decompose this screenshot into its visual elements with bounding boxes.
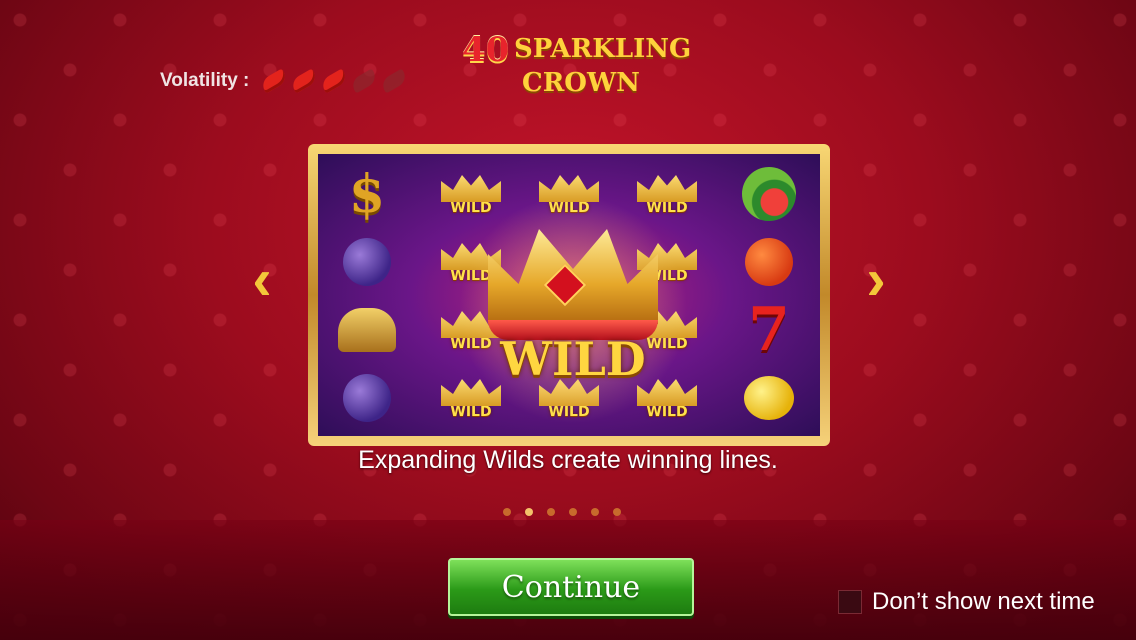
dollar-icon: $	[348, 163, 386, 225]
chili-icon	[379, 68, 410, 94]
symbol-watermelon	[726, 162, 812, 226]
watermelon-icon	[742, 167, 796, 221]
lemon-icon	[744, 376, 794, 420]
symbol-seven: 7	[726, 295, 812, 365]
page-dot[interactable]	[569, 508, 577, 516]
plum-icon	[343, 374, 391, 422]
reels-preview: $ WILD WILD WILD WILD WILD WILD WILD WIL…	[318, 154, 820, 436]
chili-icon	[259, 68, 290, 94]
symbol-bell	[324, 298, 410, 362]
wild-label: WILD	[646, 404, 688, 420]
crown-icon	[637, 175, 697, 202]
page-dot[interactable]	[591, 508, 599, 516]
symbol-dollar: $	[324, 162, 410, 226]
wild-symbol: WILD	[428, 162, 514, 226]
page-indicator	[503, 508, 621, 516]
big-wild-label: WILD	[500, 332, 646, 386]
page-dot-active[interactable]	[525, 508, 533, 516]
wild-label: WILD	[646, 200, 688, 216]
continue-button[interactable]: Continue	[448, 558, 694, 616]
dont-show-label: Don’t show next time	[872, 588, 1095, 615]
bell-icon	[338, 308, 396, 352]
feature-caption: Expanding Wilds create winning lines.	[358, 446, 778, 474]
chili-icon	[349, 68, 380, 94]
logo-line-1: SPARKLING	[514, 34, 692, 64]
seven-icon: 7	[748, 295, 790, 365]
expanding-wild: WILD	[458, 194, 688, 424]
dont-show-option[interactable]: Don’t show next time	[838, 588, 1095, 616]
logo-number: 40	[462, 30, 510, 70]
page-dot[interactable]	[613, 508, 621, 516]
chili-icon	[319, 68, 350, 94]
dont-show-checkbox[interactable]	[838, 590, 862, 614]
logo-line-2: CROWN	[522, 68, 640, 98]
symbol-plum	[324, 366, 410, 430]
game-logo: 40 SPARKLING CROWN	[462, 24, 691, 98]
orange-icon	[745, 238, 793, 286]
page-dot[interactable]	[503, 508, 511, 516]
volatility-indicator: Volatility :	[160, 68, 410, 94]
previous-page-button[interactable]: ‹	[248, 250, 276, 310]
symbol-lemon	[726, 366, 812, 430]
wild-label: WILD	[450, 404, 492, 420]
plum-icon	[343, 238, 391, 286]
wild-label: WILD	[450, 200, 492, 216]
crown-icon	[441, 175, 501, 202]
page-dot[interactable]	[547, 508, 555, 516]
volatility-chilis	[259, 68, 410, 94]
chili-icon	[289, 68, 320, 94]
next-page-button[interactable]: ›	[862, 250, 890, 310]
volatility-label: Volatility :	[160, 70, 250, 91]
symbol-orange	[726, 230, 812, 294]
symbol-plum	[324, 230, 410, 294]
